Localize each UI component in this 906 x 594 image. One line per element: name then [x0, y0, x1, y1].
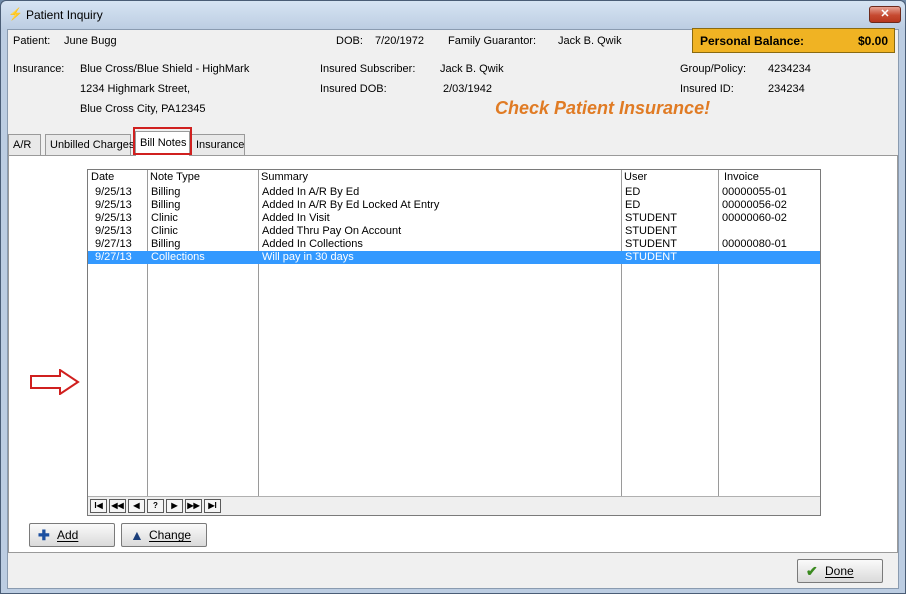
personal-balance-label: Personal Balance: — [700, 34, 805, 48]
add-button-label: Add — [57, 528, 79, 542]
column-header-date[interactable]: Date — [91, 171, 114, 183]
insured-subscriber-label: Insured Subscriber: — [320, 63, 416, 75]
table-row[interactable]: 9/25/13 Clinic Added In Visit STUDENT 00… — [88, 212, 820, 225]
cell-user: STUDENT — [625, 251, 677, 263]
cell-user: ED — [625, 186, 641, 198]
family-guarantor-label: Family Guarantor: — [448, 35, 537, 47]
cell-summary: Added In Visit — [262, 212, 330, 224]
group-policy-label: Group/Policy: — [680, 63, 747, 75]
table-row[interactable]: 9/25/13 Billing Added In A/R By Ed ED 00… — [88, 186, 820, 199]
group-policy-value: 4234234 — [768, 63, 811, 75]
insurance-address-line1: 1234 Highmark Street, — [80, 83, 191, 95]
insurance-label: Insurance: — [13, 63, 65, 75]
tab-unbilled-charges[interactable]: Unbilled Charges — [45, 134, 134, 155]
change-button-label: Change — [149, 528, 192, 542]
table-row[interactable]: 9/27/13 Billing Added In Collections STU… — [88, 238, 820, 251]
close-icon: ✕ — [880, 8, 890, 20]
cell-user: STUDENT — [625, 238, 677, 250]
title-bar[interactable]: ⚡ Patient Inquiry ✕ — [1, 1, 905, 29]
done-button-label: Done — [825, 564, 854, 578]
insured-id-label: Insured ID: — [680, 83, 734, 95]
cell-note-type: Billing — [151, 238, 181, 250]
cell-invoice: 00000056-02 — [722, 199, 787, 211]
cell-user: STUDENT — [625, 225, 677, 237]
family-guarantor-value: Jack B. Qwik — [558, 35, 622, 47]
cell-summary: Added Thru Pay On Account — [262, 225, 402, 237]
done-button[interactable]: ✔ Done — [797, 559, 883, 583]
cell-note-type: Billing — [151, 186, 181, 198]
insured-subscriber-value: Jack B. Qwik — [440, 63, 504, 75]
previous-record-button[interactable]: ◀ — [128, 499, 145, 513]
cell-summary: Will pay in 30 days — [262, 251, 354, 263]
cell-date: 9/25/13 — [95, 199, 132, 211]
cell-date: 9/27/13 — [95, 238, 132, 250]
add-button[interactable]: ✚ Add — [29, 523, 115, 547]
patient-name: June Bugg — [64, 35, 117, 47]
first-record-button[interactable]: I◀ — [90, 499, 107, 513]
column-header-user[interactable]: User — [624, 171, 647, 183]
column-header-note-type[interactable]: Note Type — [150, 171, 200, 183]
next-record-button[interactable]: ▶ — [166, 499, 183, 513]
dialog-body: Patient: June Bugg DOB: 7/20/1972 Family… — [7, 28, 899, 589]
triangle-up-icon: ▲ — [130, 527, 144, 543]
previous-page-button[interactable]: ◀◀ — [109, 499, 126, 513]
cell-invoice: 00000055-01 — [722, 186, 787, 198]
cell-invoice: 00000080-01 — [722, 238, 787, 250]
cell-invoice: 00000060-02 — [722, 212, 787, 224]
column-header-invoice[interactable]: Invoice — [724, 171, 759, 183]
tab-ar[interactable]: A/R — [8, 134, 41, 155]
personal-balance-box: Personal Balance: $0.00 — [692, 28, 895, 53]
dob-value: 7/20/1972 — [375, 35, 424, 47]
window-title: Patient Inquiry — [26, 8, 103, 22]
cell-note-type: Clinic — [151, 212, 178, 224]
cell-date: 9/27/13 — [95, 251, 132, 263]
bill-notes-tab-highlight — [133, 127, 192, 155]
record-navigator: I◀ ◀◀ ◀ ? ▶ ▶▶ ▶I — [88, 496, 820, 515]
next-page-button[interactable]: ▶▶ — [185, 499, 202, 513]
cell-date: 9/25/13 — [95, 212, 132, 224]
change-button[interactable]: ▲ Change — [121, 523, 207, 547]
cell-note-type: Clinic — [151, 225, 178, 237]
table-row[interactable]: 9/25/13 Clinic Added Thru Pay On Account… — [88, 225, 820, 238]
cell-summary: Added In A/R By Ed — [262, 186, 360, 198]
cell-date: 9/25/13 — [95, 186, 132, 198]
column-header-summary[interactable]: Summary — [261, 171, 308, 183]
tab-insurance[interactable]: Insurance — [191, 134, 245, 155]
insured-id-value: 234234 — [768, 83, 805, 95]
insurance-address-line2: Blue Cross City, PA12345 — [80, 103, 206, 115]
insurance-alert-text: Check Patient Insurance! — [495, 98, 711, 118]
cell-note-type: Billing — [151, 199, 181, 211]
right-arrow-icon — [30, 369, 80, 395]
cell-user: STUDENT — [625, 212, 677, 224]
insured-dob-value: 2/03/1942 — [443, 83, 492, 95]
search-record-button[interactable]: ? — [147, 499, 164, 513]
cell-date: 9/25/13 — [95, 225, 132, 237]
cell-summary: Added In A/R By Ed Locked At Entry — [262, 199, 440, 211]
patient-label: Patient: — [13, 35, 51, 47]
patient-inquiry-window: ⚡ Patient Inquiry ✕ Patient: June Bugg D… — [0, 0, 906, 594]
plus-icon: ✚ — [38, 527, 50, 543]
bill-notes-grid[interactable]: Date Note Type Summary User Invoice 9/25… — [87, 169, 821, 516]
personal-balance-value: $0.00 — [857, 34, 888, 48]
checkmark-icon: ✔ — [806, 563, 818, 579]
insured-dob-label: Insured DOB: — [320, 83, 387, 95]
last-record-button[interactable]: ▶I — [204, 499, 221, 513]
cell-note-type: Collections — [151, 251, 205, 263]
insurance-name: Blue Cross/Blue Shield - HighMark — [80, 63, 250, 75]
table-row[interactable]: 9/25/13 Billing Added In A/R By Ed Locke… — [88, 199, 820, 212]
cell-user: ED — [625, 199, 641, 211]
cell-summary: Added In Collections — [262, 238, 363, 250]
app-lightning-icon: ⚡ — [8, 7, 23, 21]
close-button[interactable]: ✕ — [869, 6, 901, 23]
dob-label: DOB: — [336, 35, 363, 47]
table-row-selected[interactable]: 9/27/13 Collections Will pay in 30 days … — [88, 251, 820, 264]
